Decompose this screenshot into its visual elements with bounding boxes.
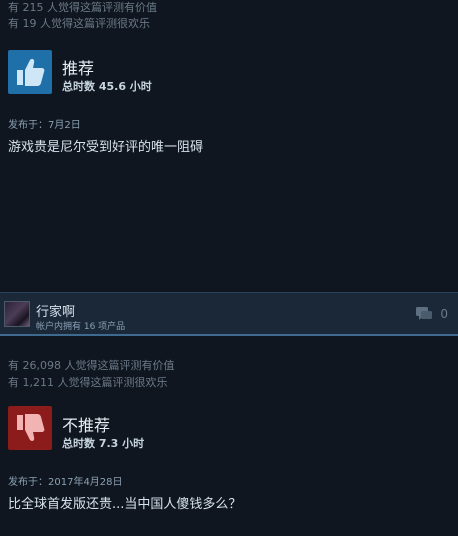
playtime-hours: 总时数 45.6 小时 [62,80,152,93]
verdict-not-recommended: 不推荐 [62,416,111,435]
avatar[interactable] [4,301,30,327]
playtime-hours: 总时数 7.3 小时 [62,437,145,450]
comment-icon[interactable] [416,307,432,321]
products-owned: 帐户内拥有 16 项产品 [36,322,126,332]
reviewer-name[interactable]: 行家啊 [36,301,75,320]
reviewer-bar[interactable]: 行家啊 帐户内拥有 16 项产品 0 [0,292,458,336]
funny-count: 有 19 人觉得这篇评测很欢乐 [8,17,150,30]
helpful-count: 有 26,098 人觉得这篇评测有价值 [8,359,175,372]
review-card: 有 26,098 人觉得这篇评测有价值 有 1,211 人觉得这篇评测很欢乐 不… [0,348,458,536]
thumbs-down-icon [8,406,52,450]
verdict-recommended: 推荐 [62,59,95,78]
thumbs-up-icon [8,50,52,94]
posted-date: 发布于：2017年4月28日 [8,477,123,488]
review-card: 有 215 人觉得这篇评测有价值 有 19 人觉得这篇评测很欢乐 推荐 总时数 … [0,0,458,292]
helpful-count: 有 215 人觉得这篇评测有价值 [8,1,157,14]
comment-count[interactable]: 0 [440,307,448,321]
posted-date: 发布于：7月2日 [8,120,81,131]
review-text: 游戏贵是尼尔受到好评的唯一阻碍 [8,140,204,155]
review-text: 比全球首发版还贵...当中国人傻钱多么？ [8,497,242,512]
funny-count: 有 1,211 人觉得这篇评测很欢乐 [8,376,168,389]
